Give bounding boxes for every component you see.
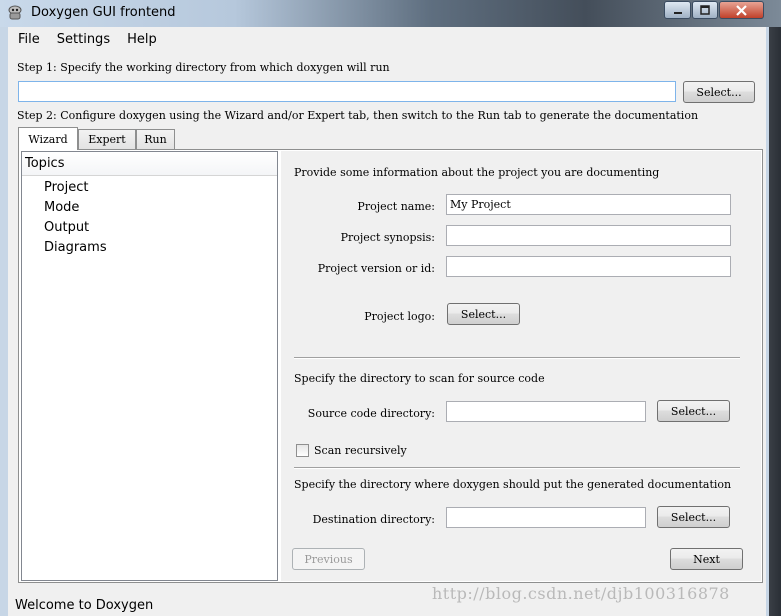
topic-mode[interactable]: Mode [44, 200, 79, 215]
scan-recursively-label[interactable]: Scan recursively [314, 444, 407, 457]
window-frame-left [0, 27, 8, 616]
minimize-icon [673, 12, 682, 14]
next-button[interactable]: Next [670, 548, 743, 570]
project-version-label: Project version or id: [317, 262, 435, 275]
minimize-button[interactable] [664, 1, 691, 19]
menu-help[interactable]: Help [127, 27, 157, 51]
working-directory-input[interactable] [18, 81, 676, 102]
main-window: File Settings Help Step 1: Specify the w… [8, 27, 766, 616]
menu-file[interactable]: File [18, 27, 40, 51]
topic-project[interactable]: Project [44, 180, 88, 195]
title-bar[interactable]: Doxygen GUI frontend [0, 0, 781, 27]
topics-header[interactable]: Topics [22, 152, 277, 176]
source-directory-input[interactable] [446, 401, 646, 422]
project-name-input[interactable]: My Project [446, 194, 731, 215]
working-directory-select-button[interactable]: Select... [683, 81, 755, 103]
maximize-button[interactable] [692, 1, 718, 19]
close-button[interactable] [719, 1, 764, 19]
menu-bar: File Settings Help [8, 27, 766, 51]
separator-2 [294, 467, 740, 469]
project-synopsis-input[interactable] [446, 225, 731, 246]
project-intro-label: Provide some information about the proje… [294, 166, 660, 179]
destination-directory-input[interactable] [446, 507, 646, 528]
watermark-text: http://blog.csdn.net/djb100316878 [432, 584, 730, 603]
tab-wizard[interactable]: Wizard [18, 127, 78, 150]
project-synopsis-label: Project synopsis: [340, 231, 435, 244]
source-directory-select-button[interactable]: Select... [657, 400, 730, 422]
destination-directory-label: Destination directory: [312, 513, 435, 526]
status-text: Welcome to Doxygen [15, 598, 154, 613]
source-directory-label: Source code directory: [307, 407, 435, 420]
doxygen-logo-icon [8, 5, 22, 20]
topic-diagrams[interactable]: Diagrams [44, 240, 107, 255]
project-logo-label: Project logo: [364, 310, 435, 323]
project-logo-select-button[interactable]: Select... [447, 303, 520, 325]
project-version-input[interactable] [446, 256, 731, 277]
close-icon [736, 4, 747, 16]
topics-tree[interactable]: Topics Project Mode Output Diagrams [21, 151, 278, 581]
project-panel: Provide some information about the proje… [281, 151, 761, 581]
source-heading: Specify the directory to scan for source… [294, 372, 545, 385]
window-frame-right [766, 27, 781, 616]
tab-run[interactable]: Run [136, 129, 175, 149]
topic-output[interactable]: Output [44, 220, 89, 235]
project-name-label: Project name: [357, 200, 435, 213]
maximize-icon [700, 5, 710, 15]
menu-settings[interactable]: Settings [57, 27, 110, 51]
destination-directory-select-button[interactable]: Select... [657, 506, 730, 528]
step2-label: Step 2: Configure doxygen using the Wiza… [17, 109, 699, 122]
tab-expert[interactable]: Expert [78, 129, 136, 149]
window-title: Doxygen GUI frontend [31, 5, 176, 20]
step1-label: Step 1: Specify the working directory fr… [17, 61, 390, 74]
scan-recursively-checkbox[interactable] [296, 444, 309, 457]
destination-heading: Specify the directory where doxygen shou… [294, 478, 732, 491]
previous-button[interactable]: Previous [292, 548, 365, 570]
separator-1 [294, 357, 740, 359]
